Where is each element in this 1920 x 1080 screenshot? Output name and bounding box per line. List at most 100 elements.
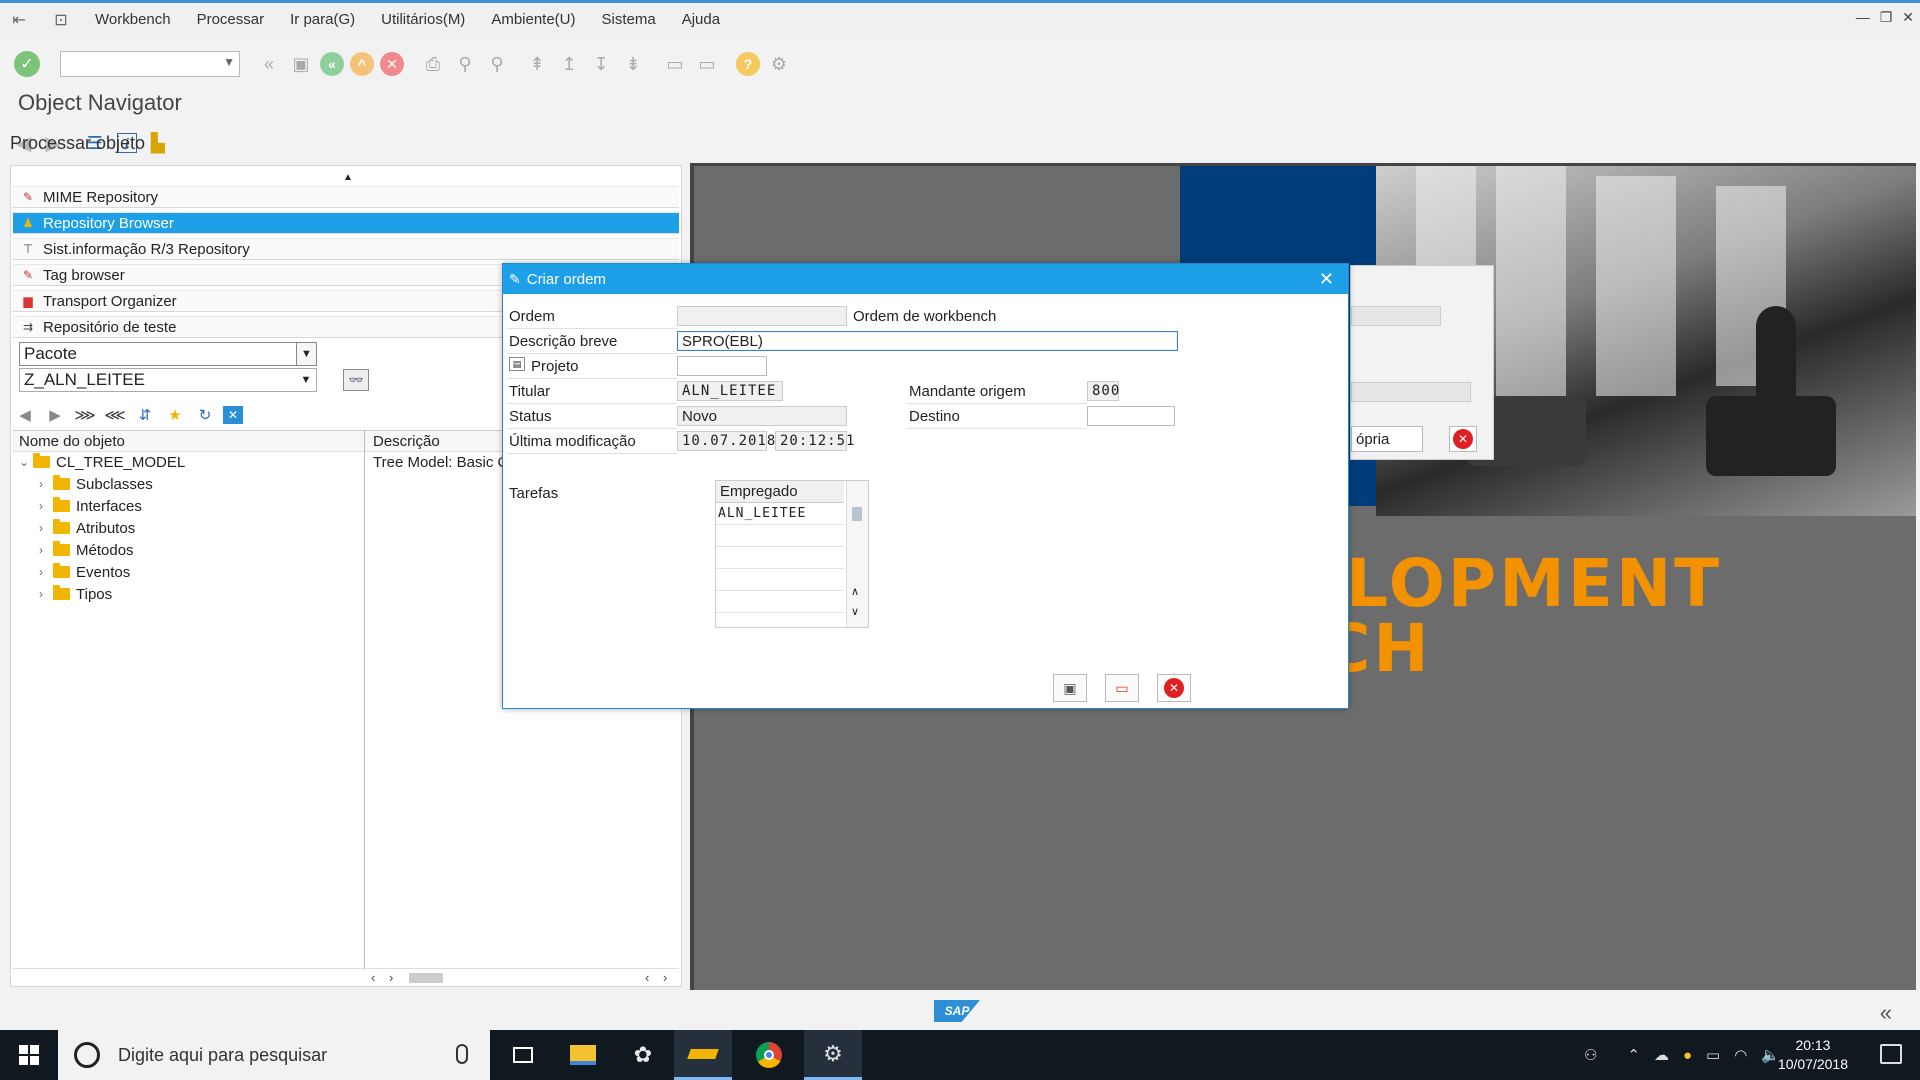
find-next-icon[interactable]: ⚲ [484, 51, 510, 77]
chevron-down-icon[interactable]: ⌄ [19, 455, 33, 469]
chevron-right-icon[interactable]: › [39, 587, 53, 601]
chevron-down-icon[interactable]: ▼ [296, 343, 316, 365]
people-icon[interactable]: ⚇ [1584, 1046, 1597, 1064]
favorites-icon[interactable]: ★ [163, 404, 187, 426]
scroll-left-icon[interactable]: ‹ [645, 970, 649, 985]
chevron-right-icon[interactable]: › [39, 521, 53, 535]
taskbar-search[interactable]: Digite aqui para pesquisar [58, 1030, 490, 1080]
table-row[interactable] [716, 569, 844, 591]
prev-page-icon[interactable]: ↥ [556, 51, 582, 77]
back-icon[interactable]: « [320, 52, 344, 76]
chevron-right-icon[interactable]: › [39, 477, 53, 491]
shortcut-icon[interactable]: ▭ [694, 51, 720, 77]
display-glasses-icon[interactable]: 👓 [343, 369, 369, 391]
cancel-button[interactable]: ✕ [1157, 674, 1191, 702]
tree-node-subclasses[interactable]: › Subclasses [39, 474, 153, 494]
back-double-icon[interactable]: « [256, 51, 282, 77]
menu-ambiente[interactable]: Ambiente(U) [478, 11, 588, 28]
battery-icon[interactable]: ▭ [1706, 1046, 1720, 1064]
table-row[interactable] [716, 591, 844, 613]
table-row[interactable] [716, 525, 844, 547]
save-icon[interactable]: ▣ [288, 51, 314, 77]
scroll-thumb[interactable] [409, 972, 443, 983]
sap-gui-app[interactable] [674, 1030, 732, 1080]
scroll-up-icon[interactable]: ∧ [851, 585, 859, 598]
task-view-button[interactable] [494, 1030, 552, 1080]
collapse-all-icon[interactable]: ⋘ [103, 404, 127, 426]
chevron-right-icon[interactable]: › [39, 543, 53, 557]
menu-icon[interactable]: ⊡ [50, 10, 72, 30]
scroll-right-icon[interactable]: › [663, 970, 667, 985]
column-object-name[interactable]: Nome do objeto [19, 433, 125, 450]
wifi-icon[interactable]: ◠ [1734, 1046, 1747, 1064]
nav-item-repository-browser[interactable]: ♟ Repository Browser [13, 212, 679, 234]
close-icon[interactable]: ✕ [1902, 9, 1914, 26]
minimize-icon[interactable]: — [1856, 9, 1870, 26]
process-object-icon[interactable]: ▙ [151, 133, 165, 154]
collapse-status-icon[interactable]: « [1880, 1000, 1892, 1026]
expand-all-icon[interactable]: ⋙ [73, 404, 97, 426]
tree-node-metodos[interactable]: › Métodos [39, 540, 134, 560]
close-tree-icon[interactable]: ✕ [223, 406, 243, 424]
restore-icon[interactable]: ❐ [1880, 9, 1893, 26]
last-page-icon[interactable]: ⇟ [620, 51, 646, 77]
process-object-button[interactable]: Processar objeto [10, 133, 145, 154]
chrome-app[interactable] [740, 1030, 798, 1080]
menu-utilitarios[interactable]: Utilitários(M) [368, 11, 478, 28]
table-row[interactable]: ALN_LEITEE [716, 503, 844, 525]
tree-node-eventos[interactable]: › Eventos [39, 562, 130, 582]
scroll-down-icon[interactable]: ∨ [851, 605, 859, 618]
chevron-down-icon[interactable]: ▼ [296, 369, 316, 391]
print-icon[interactable]: ⎙ [420, 51, 446, 77]
nav-item-info-system[interactable]: ⊤ Sist.informação R/3 Repository [13, 238, 679, 260]
notification-center-icon[interactable] [1880, 1044, 1902, 1064]
destino-input[interactable] [1087, 406, 1175, 426]
cancel-icon[interactable]: ✕ [380, 52, 404, 76]
vertical-scrollbar[interactable]: ∧ ∨ [846, 481, 868, 627]
first-page-icon[interactable]: ⇞ [524, 51, 550, 77]
background-cancel-button[interactable]: ✕ [1449, 426, 1477, 452]
find-icon[interactable]: ⚲ [452, 51, 478, 77]
exit-icon[interactable]: ^ [350, 52, 374, 76]
chevron-right-icon[interactable]: › [39, 565, 53, 579]
tree-node-tipos[interactable]: › Tipos [39, 584, 112, 604]
collapse-arrow-icon[interactable]: ▲ [343, 172, 353, 183]
sort-icon[interactable]: ⇵ [133, 404, 157, 426]
object-type-select[interactable]: Pacote ▼ [19, 342, 317, 366]
exit-icon[interactable]: ⇤ [8, 10, 30, 30]
start-button[interactable] [0, 1030, 58, 1080]
onedrive-icon[interactable]: ☁ [1654, 1046, 1669, 1064]
column-description[interactable]: Descrição [373, 433, 440, 450]
enter-icon[interactable]: ✓ [14, 51, 40, 77]
arrow-right-icon[interactable]: ▶ [43, 404, 67, 426]
command-field[interactable]: ▼ [60, 51, 240, 77]
table-row[interactable] [716, 547, 844, 569]
menu-sistema[interactable]: Sistema [589, 11, 669, 28]
settings-icon[interactable]: ⚙ [766, 51, 792, 77]
arrow-left-icon[interactable]: ◀ [13, 404, 37, 426]
projeto-input[interactable] [677, 356, 767, 376]
chevron-right-icon[interactable]: › [39, 499, 53, 513]
background-button[interactable]: ópria [1351, 426, 1423, 452]
tree-node-atributos[interactable]: › Atributos [39, 518, 135, 538]
sap-session-app[interactable]: ⚙ [804, 1030, 862, 1080]
new-session-icon[interactable]: ▭ [662, 51, 688, 77]
nav-item-mime-repository[interactable]: ✎ MIME Repository [13, 186, 679, 208]
close-icon[interactable]: ✕ [1319, 269, 1334, 290]
clock[interactable]: 20:13 10/07/2018 [1778, 1036, 1848, 1074]
chevron-up-icon[interactable]: ⌃ [1627, 1046, 1640, 1064]
microphone-icon[interactable] [456, 1044, 468, 1064]
menu-workbench[interactable]: Workbench [82, 11, 184, 28]
help-icon[interactable]: ? [736, 52, 760, 76]
sap-logon-app[interactable]: ✿ [614, 1030, 672, 1080]
norton-icon[interactable]: ● [1683, 1047, 1692, 1064]
column-divider[interactable] [364, 430, 365, 970]
menu-processar[interactable]: Processar [184, 11, 278, 28]
horizontal-scrollbar[interactable]: ‹ › ‹ › [13, 968, 679, 986]
descricao-input[interactable]: SPRO(EBL) [677, 331, 1178, 351]
scroll-thumb[interactable] [852, 507, 862, 521]
tasks-column-header[interactable]: Empregado [716, 481, 844, 503]
file-explorer-app[interactable] [554, 1030, 612, 1080]
next-page-icon[interactable]: ↧ [588, 51, 614, 77]
scroll-left-icon[interactable]: ‹ [371, 970, 375, 985]
